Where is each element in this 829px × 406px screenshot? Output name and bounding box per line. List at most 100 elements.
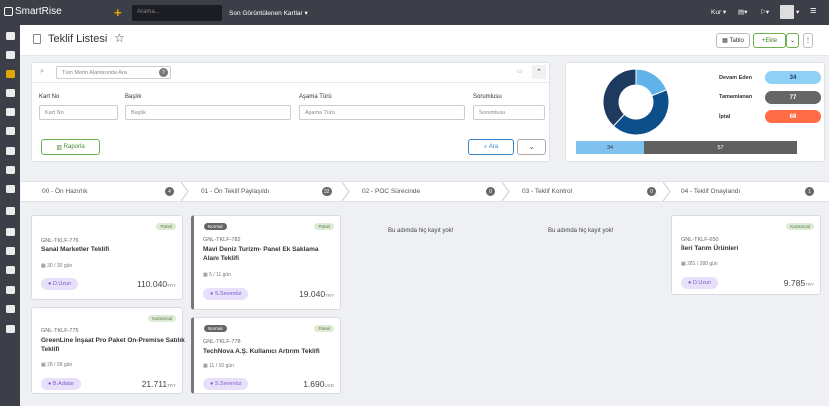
stage-count-badge: 1 [805,187,814,196]
title-label: Başlık [125,94,142,100]
bar-chart-icon[interactable] [6,305,15,313]
quick-add-icon[interactable]: + [114,5,122,20]
more-options-button[interactable]: ⋮ [803,33,813,48]
stage-name: 00 - Ön Hazırlık [42,188,88,195]
card-title: TechNova A.Ş. Kullanıcı Artırım Teklifi [203,348,320,355]
collapse-panel-icon[interactable]: ⌃ [532,65,546,79]
add-button[interactable]: + Ekle [753,33,786,48]
stage-header[interactable]: 03 - Teklif Kontrol [522,182,572,201]
table-view-button[interactable]: ▦ Tablo [716,33,750,48]
stage-name: 01 - Ön Teklif Paylaşıldı [201,188,270,195]
user-icon[interactable] [6,286,15,294]
video-icon[interactable] [6,127,15,135]
handshake-icon[interactable] [6,89,15,97]
flag-icon[interactable]: ⚐▾ [760,8,769,16]
gear-icon[interactable] [6,325,15,333]
table-view-label: Tablo [729,37,744,44]
report-button[interactable]: ▥ Raporla [41,139,100,155]
report-icon: ▥ [56,144,64,151]
hamburger-menu-icon[interactable]: ≡ [810,5,816,17]
calendar-icon[interactable]: ▤▾ [738,8,747,16]
stat-label: İptal [719,114,731,120]
donut-slice-2[interactable] [602,68,637,127]
fulltext-search-input[interactable]: Tüm Metin Alanlarında Ara [56,66,171,79]
title-input[interactable]: Başlık [125,105,291,120]
add-label: Ekle [765,37,778,44]
completed-count-pill[interactable]: 77 [765,91,821,104]
card-no-input[interactable]: Kart No [39,105,118,120]
person-icon[interactable] [6,207,15,215]
wrench-icon[interactable] [6,247,15,255]
divider [32,82,549,83]
card-no-label: Kart No [39,94,60,100]
megaphone-icon[interactable] [6,166,15,174]
card-price: 110.040TRY [136,279,176,289]
card-code: GNL-TKLF-778 [203,339,241,345]
user-avatar[interactable] [780,5,794,19]
proposal-card[interactable]: Normal Panel GNL-TKLF-782 Mavi Deniz Tur… [191,215,341,310]
card-title: GreenLine İnşaat Pro Paket On-Premise Sa… [41,337,185,353]
card-title: İleri Tarım Ürünleri [681,245,739,252]
progress-bar-segment: 34 [576,141,644,154]
card-tag: Kazanıcal [148,315,176,322]
add-dropdown-button[interactable]: ⌄ [786,33,799,48]
cancelled-count-pill[interactable]: 68 [765,110,821,123]
id-card-icon[interactable] [6,266,15,274]
stage-name: 03 - Teklif Kontrol [522,188,573,195]
brand-logo[interactable]: SmartRise [4,6,62,17]
stage-header[interactable]: 04 - Teklif Onaylandı [681,182,740,201]
cart-icon[interactable] [6,108,15,116]
owner-chip[interactable]: ● B.Adalar [41,378,81,390]
ongoing-count-pill[interactable]: 34 [765,71,821,84]
stage-header[interactable]: 01 - Ön Teklif Paylaşıldı [201,182,269,201]
card-price: 9.785TRY [783,278,814,288]
chevron-separator-icon [342,182,350,201]
card-tag: Panel [156,223,176,230]
card-duration: ▦ 28 / 28 gün [41,362,73,368]
favorite-star-icon[interactable]: ☆ [114,31,125,45]
stage-name: 04 - Teklif Onaylandı [681,188,741,195]
logo-icon [4,7,13,16]
avatar-chevron-icon[interactable]: ▾ [796,8,799,16]
more-filters-button[interactable]: ⌄ [517,139,546,155]
proposal-card[interactable]: Panel GNL-TKLF-776 Sanal Marketler Tekli… [31,215,183,300]
card-title: Sanal Marketler Teklifi [41,246,110,253]
search-button[interactable]: ⌕ Ara [468,139,514,155]
stage-header[interactable]: 02 - POC Sürecinde [362,182,420,201]
card-duration: ▦ 5 / 11 gün [203,272,231,278]
stage-header[interactable]: 00 - Ön Hazırlık [42,182,88,201]
page-header: Teklif Listesi ☆ ▦ Tablo + Ekle ⌄ ⋮ [20,25,829,56]
database-icon[interactable] [6,228,15,236]
recent-cards-menu[interactable]: Son Görüntülenen Kartlar ▾ [229,9,308,17]
proposal-card[interactable]: Kazanıcal GNL-TKLF-775 GreenLine İnşaat … [31,307,185,394]
calendar-icon[interactable] [6,185,15,193]
kebab-icon: ⋮ [805,38,811,44]
proposal-card[interactable]: Normal Panel GNL-TKLF-778 TechNova A.Ş. … [191,317,341,394]
status-donut-chart [602,68,670,136]
checklist-icon[interactable] [6,147,15,155]
card-price: 1.690USD [303,379,334,389]
card-code: GNL-TKLF-782 [203,237,241,243]
stage-type-select[interactable]: Aşama Türü [299,105,465,120]
document-icon [33,34,41,44]
table-icon: ▦ [722,38,730,44]
brand-name: SmartRise [15,6,62,17]
stage-type-label: Aşama Türü [299,94,332,100]
chat-icon[interactable]: ▭ [517,68,523,75]
proposal-card[interactable]: Kazanıcal GNL-TKLF-650 İleri Tarım Ürünl… [671,215,821,295]
owner-chip[interactable]: ● D.Uzun [41,278,79,290]
help-icon[interactable]: ? [159,68,168,77]
owner-chip[interactable]: ● D.Uzun [681,277,719,289]
currency-menu[interactable]: Kur ▾ [711,8,726,16]
search-icon: ⌕ [40,68,44,75]
stage-header-bar: 00 - Ön Hazırlık 4 01 - Ön Teklif Paylaş… [21,181,829,202]
responsible-select[interactable]: Sorumlusu [473,105,545,120]
owner-chip[interactable]: ● S.Sevenöz [203,288,249,300]
document-icon[interactable] [6,70,15,78]
card-code: GNL-TKLF-775 [41,328,79,334]
dashboard-icon[interactable] [6,32,15,40]
owner-chip[interactable]: ● S.Sevenöz [203,378,249,390]
global-search-input[interactable]: Arama... [132,5,222,21]
stage-count-badge: 4 [165,187,174,196]
grid-icon[interactable] [6,51,15,59]
